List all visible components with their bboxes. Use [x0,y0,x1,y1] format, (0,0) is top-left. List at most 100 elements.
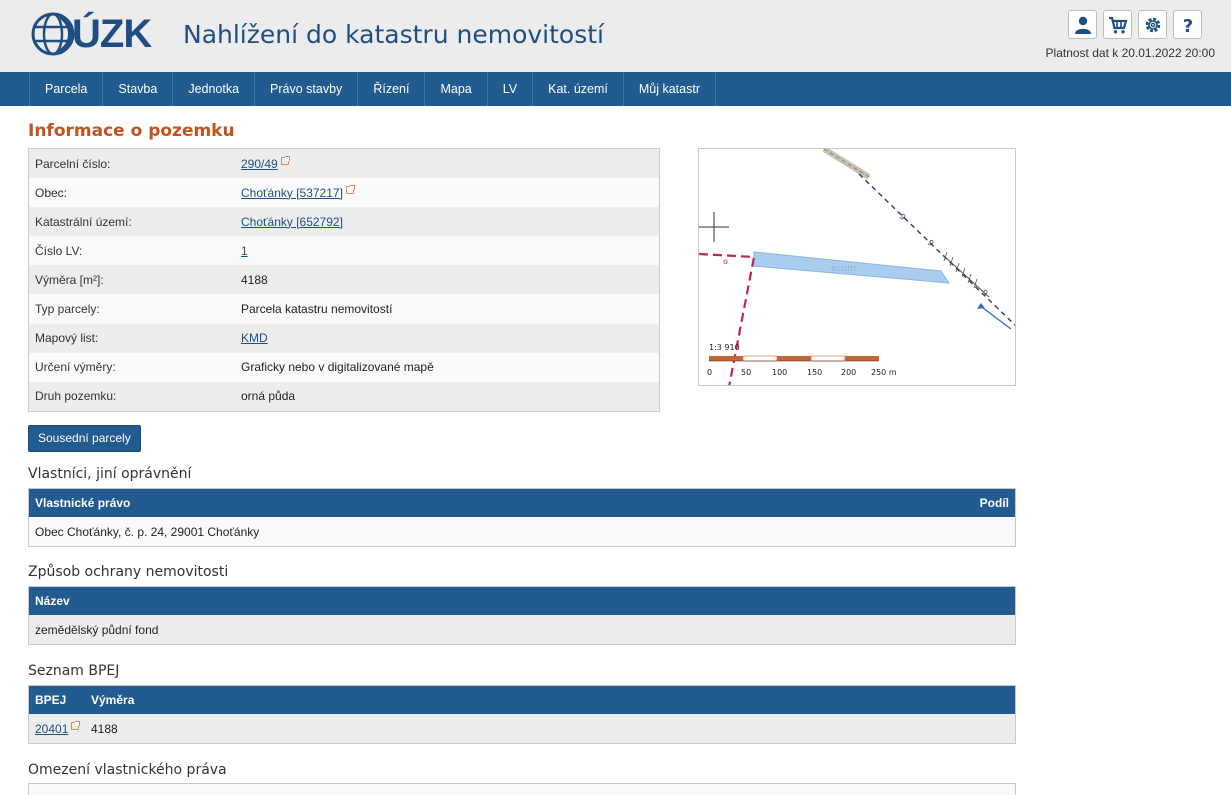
info-label: Číslo LV: [35,243,83,258]
scale-tick: 100 [772,368,787,377]
info-row-parcel-number: Parcelní číslo: 290/49 [29,149,659,179]
restrictions-table [28,783,1016,795]
bpej-area: 4188 [91,721,118,736]
external-link-icon[interactable] [71,720,81,730]
scale-tick: 150 [807,368,822,377]
column-header: Podíl [979,496,1009,510]
data-validity: Platnost dat k 20.01.2022 20:00 [1045,46,1215,60]
info-row-druh-pozemku: Druh pozemku: orná půda [29,381,659,411]
parcel-map-preview[interactable]: ecúm 9 9 9 o 1:3 910 0 50 100 150 200 25… [698,148,1016,386]
column-header: Název [35,594,70,608]
map-cadastral-boundary [699,252,756,385]
parcel-info-table: Parcelní číslo: 290/49 Obec: Choťánky [5… [28,148,660,412]
info-value: Graficky nebo v digitalizované mapě [241,360,434,375]
map-scale-ticks: 0 50 100 150 200 250 m [707,368,897,377]
map-boundary-line [858,173,1015,327]
cart-icon [1108,16,1127,33]
owners-table: Vlastnické právo Podíl Obec Choťánky, č.… [28,488,1016,547]
help-icon: ? [1182,16,1192,35]
nav-item-jednotka[interactable]: Jednotka [172,72,254,106]
map-arrow-head [977,303,985,309]
bpej-code-link[interactable]: 20401 [35,722,68,736]
table-row: 20401 4188 [29,714,1015,743]
bpej-table: BPEJ Výměra 20401 4188 [28,685,1016,744]
nav-item-rizeni[interactable]: Řízení [357,72,424,106]
restrictions-section-title: Omezení vlastnického práva [28,762,227,778]
scale-tick: 50 [741,368,751,377]
katastralni-uzemi-link[interactable]: Choťánky [652792] [241,215,343,229]
bpej-section-title: Seznam BPEJ [28,663,120,679]
info-value: orná půda [241,389,296,404]
main-nav: Parcela Stavba Jednotka Právo stavby Říz… [0,72,1231,106]
owner-name: Obec Choťánky, č. p. 24, 29001 Choťánky [35,524,260,539]
nav-item-mapa[interactable]: Mapa [424,72,486,106]
nav-item-muj-katastr[interactable]: Můj katastr [622,72,716,106]
nav-item-kat-uzemi[interactable]: Kat. území [532,72,623,106]
protection-name: zemědělský půdní fond [35,622,159,637]
bpej-table-header: BPEJ Výměra [29,686,1015,714]
table-row: zemědělský půdní fond [29,615,1015,644]
settings-button[interactable] [1138,10,1167,39]
map-boundary-label: o [723,257,728,266]
parcel-number-link[interactable]: 290/49 [241,157,278,171]
info-label: Obec: [35,185,68,200]
scale-tick: 250 m [871,368,897,377]
scale-tick: 200 [841,368,856,377]
info-value: Parcela katastru nemovitostí [241,302,393,317]
scale-tick: 0 [707,368,712,377]
map-scale-bar [709,355,879,362]
logo-text: ÚZK [72,11,152,56]
globe-logo-icon [31,12,75,56]
table-row: Obec Choťánky, č. p. 24, 29001 Choťánky [29,517,1015,546]
external-link-icon[interactable] [280,155,290,165]
info-label: Parcelní číslo: [35,156,111,171]
user-button[interactable] [1068,10,1097,39]
parcel-map-label: ecúm [831,264,856,274]
neighbour-parcels-button[interactable]: Sousední parcely [28,425,141,452]
info-row-typ-parcely: Typ parcely: Parcela katastru nemovitost… [29,294,659,324]
info-label: Katastrální území: [35,214,132,229]
lv-link[interactable]: 1 [241,244,248,258]
map-canvas: ecúm 9 9 9 o 1:3 910 0 50 100 150 200 25… [699,149,1015,385]
protection-table-header: Název [29,587,1015,615]
page-title: Informace o pozemku [28,121,235,141]
cuzk-logo[interactable]: ÚZK [30,8,178,60]
nav-item-parcela[interactable]: Parcela [29,72,102,106]
nav-item-stavba[interactable]: Stavba [102,72,172,106]
owners-section-title: Vlastníci, jiní oprávnění [28,466,192,482]
map-crosshair-icon [699,212,729,242]
protection-section-title: Způsob ochrany nemovitosti [28,564,229,580]
info-row-katastralni-uzemi: Katastrální území: Choťánky [652792] [29,207,659,237]
info-row-mapovy-list: Mapový list: KMD [29,323,659,353]
help-button[interactable]: ? [1173,10,1202,39]
protection-table: Název zemědělský půdní fond [28,586,1016,645]
map-scale-label: 1:3 910 [709,343,740,352]
svg-text:?: ? [1182,16,1192,35]
column-header: Vlastnické právo [35,496,131,510]
user-icon [1074,16,1091,34]
mapovy-list-link[interactable]: KMD [241,331,268,345]
owners-table-header: Vlastnické právo Podíl [29,489,1015,517]
column-header: BPEJ [35,693,67,707]
map-arrow-line [978,304,1012,330]
info-row-vymera: Výměra [m²]: 4188 [29,265,659,295]
info-label: Výměra [m²]: [35,272,104,287]
info-row-cislo-lv: Číslo LV: 1 [29,236,659,266]
nav-item-lv[interactable]: LV [486,72,532,106]
info-row-urceni-vymery: Určení výměry: Graficky nebo v digitaliz… [29,352,659,382]
info-label: Určení výměry: [35,360,116,375]
nav-item-pravo-stavby[interactable]: Právo stavby [254,72,357,106]
gear-icon [1145,17,1160,32]
external-link-icon[interactable] [345,184,355,194]
info-label: Typ parcely: [35,302,100,317]
obec-link[interactable]: Choťánky [537217] [241,186,343,200]
header-toolbar: ? [1068,10,1202,39]
cart-button[interactable] [1103,10,1132,39]
column-header: Výměra [91,693,135,707]
info-label: Druh pozemku: [35,389,117,404]
info-value: 4188 [241,272,268,287]
info-label: Mapový list: [35,331,99,346]
app-title: Nahlížení do katastru nemovitostí [183,20,604,49]
app-header: ÚZK Nahlížení do katastru nemovitostí ? … [0,0,1231,72]
info-row-obec: Obec: Choťánky [537217] [29,178,659,208]
